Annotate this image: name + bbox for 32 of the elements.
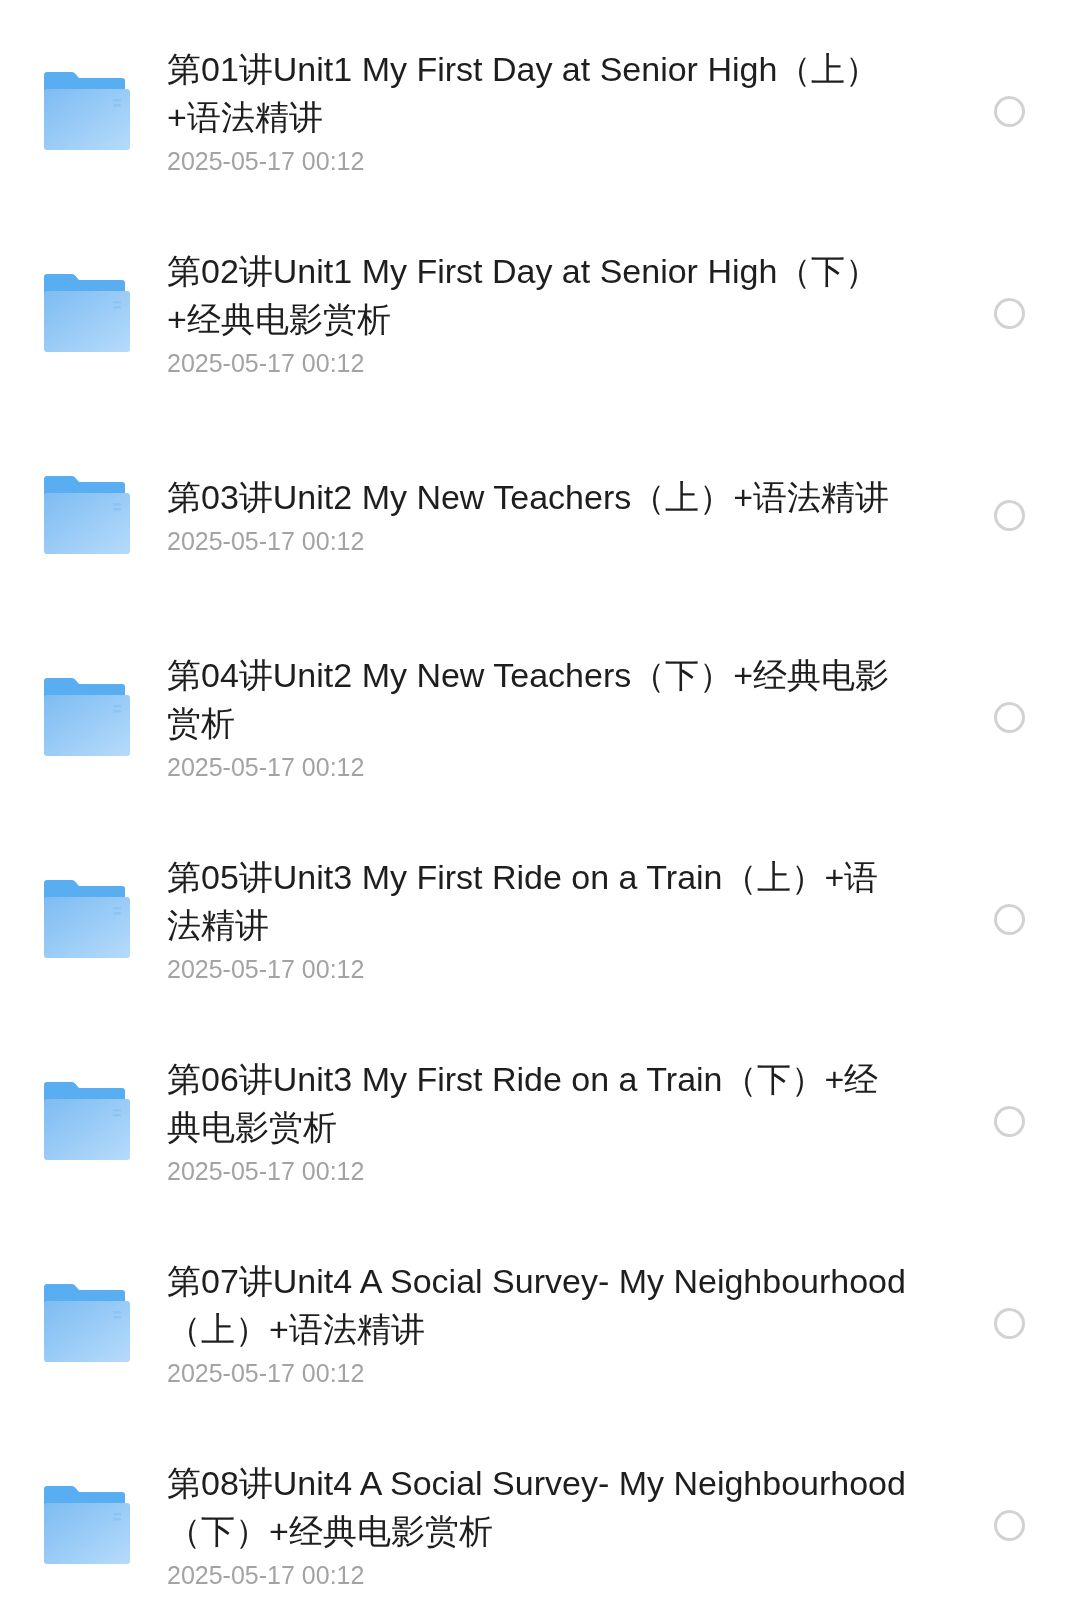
- select-radio[interactable]: [994, 1509, 1025, 1541]
- modified-date: 2025-05-17 00:12: [167, 752, 366, 783]
- folder-icon: [44, 72, 130, 150]
- folder-title: 第01讲Unit1 My First Day at Senior High（上）+语法精讲: [167, 49, 881, 138]
- folder-title: 第03讲Unit2 My New Teachers（上）+语法精讲: [167, 477, 891, 518]
- select-radio[interactable]: [994, 499, 1025, 531]
- modified-date: 2025-05-17 00:12: [167, 1156, 366, 1187]
- modified-date: 2025-05-17 00:12: [167, 146, 366, 177]
- modified-date: 2025-05-17 00:12: [167, 348, 366, 379]
- modified-date: 2025-05-17 00:12: [167, 1560, 366, 1591]
- select-radio[interactable]: [994, 95, 1025, 127]
- folder-icon: [44, 880, 130, 958]
- folder-title: 第07讲Unit4 A Social Survey- My Neighbourhood（上）+语法精讲: [167, 1261, 907, 1350]
- select-radio[interactable]: [994, 1307, 1025, 1339]
- select-radio[interactable]: [994, 1105, 1025, 1137]
- modified-date: 2025-05-17 00:12: [167, 954, 366, 985]
- folder-title: 第08讲Unit4 A Social Survey- My Neighbourhood（下）+经典电影赏析: [167, 1463, 907, 1552]
- folder-title: 第02讲Unit1 My First Day at Senior High（下）+经典电影赏析: [167, 251, 881, 340]
- folder-icon: [44, 1486, 130, 1564]
- folder-icon: [44, 1284, 130, 1362]
- folder-icon: [44, 274, 130, 352]
- select-radio[interactable]: [994, 701, 1025, 733]
- select-radio[interactable]: [994, 297, 1025, 329]
- folder-icon: [44, 1082, 130, 1160]
- folder-title: 第05讲Unit3 My First Ride on a Train（上）+语法精讲: [167, 857, 880, 946]
- folder-icon: [44, 678, 130, 756]
- modified-date: 2025-05-17 00:12: [167, 1358, 366, 1389]
- select-radio[interactable]: [994, 903, 1025, 935]
- folder-icon: [44, 476, 130, 554]
- modified-date: 2025-05-17 00:12: [167, 526, 366, 557]
- folder-title: 第06讲Unit3 My First Ride on a Train（下）+经典电影赏析: [167, 1059, 880, 1148]
- folder-title: 第04讲Unit2 My New Teachers（下）+经典电影赏析: [167, 655, 891, 744]
